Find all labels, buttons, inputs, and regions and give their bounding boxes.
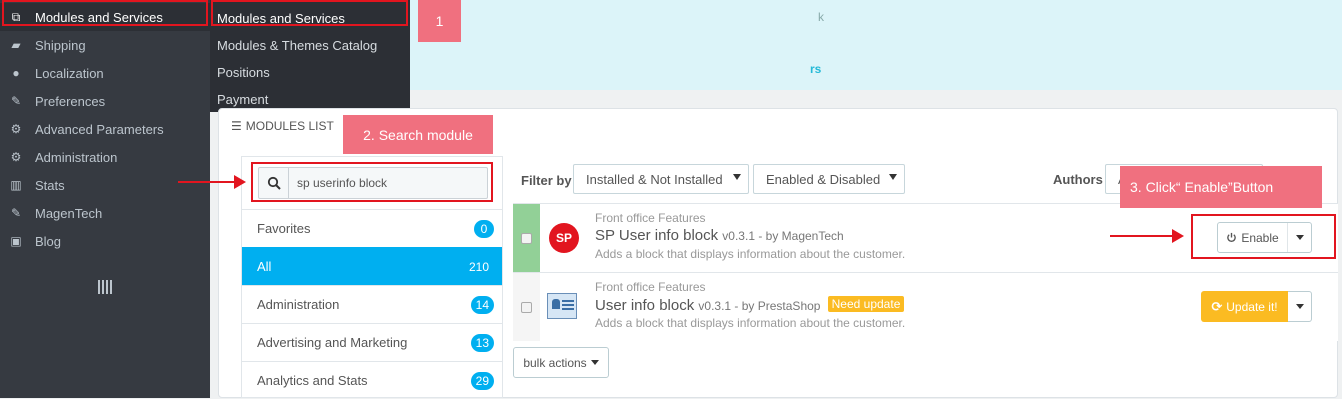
sidebar-item-label: Preferences: [35, 93, 106, 109]
module-version: v0.3.1 - by PrestaShop: [698, 299, 821, 313]
need-update-badge: Need update: [827, 296, 905, 312]
category-all[interactable]: All 210: [242, 247, 502, 285]
sidebar-item-magentech[interactable]: ✎ MagenTech: [0, 199, 210, 227]
sidebar-item-label: Localization: [35, 65, 104, 81]
category-count: 29: [470, 371, 494, 390]
module-category: Front office Features: [595, 211, 706, 225]
bulk-actions-button[interactable]: bulk actions: [513, 347, 609, 378]
sidebar-item-shipping[interactable]: ▰ Shipping: [0, 31, 210, 59]
globe-icon: ●: [12, 66, 20, 80]
annotation-highlight-search: [251, 162, 493, 202]
annotation-step-1: 1: [418, 0, 461, 42]
wrench-icon: ✎: [10, 94, 22, 108]
panel-title: MODULES LIST: [245, 119, 334, 133]
sidebar-item-stats[interactable]: ▥ Stats: [0, 171, 210, 199]
sidebar-item-blog[interactable]: ▣ Blog: [0, 227, 210, 255]
truck-icon: ▰: [11, 38, 21, 52]
sidebar-item-localization[interactable]: ● Localization: [0, 59, 210, 87]
module-name: User info block v0.3.1 - by PrestaShop N…: [595, 296, 905, 314]
module-description: Adds a block that displays information a…: [595, 316, 906, 330]
update-label: Update it!: [1226, 299, 1278, 314]
submenu-item-catalog[interactable]: Modules & Themes Catalog: [217, 38, 377, 53]
banner-text: k: [818, 10, 824, 24]
module-checkbox-cell: [513, 273, 540, 341]
edit-icon: ▣: [10, 234, 22, 248]
category-count: 14: [470, 295, 494, 314]
category-count: 0: [474, 219, 494, 238]
list-icon: ☰: [231, 119, 242, 133]
bar-chart-icon: ▥: [10, 178, 22, 192]
info-banner: k rs: [410, 0, 1342, 90]
userinfo-module-icon: [547, 293, 577, 319]
annotation-highlight-enable: [1191, 214, 1336, 259]
module-description: Adds a block that displays information a…: [595, 247, 906, 261]
category-administration[interactable]: Administration 14: [242, 285, 502, 323]
update-dropdown-toggle[interactable]: [1288, 291, 1312, 322]
sidebar-item-administration[interactable]: ⚙ Administration: [0, 143, 210, 171]
annotation-step-3: 3. Click“ Enable”Button: [1120, 166, 1322, 208]
module-checkbox[interactable]: [521, 232, 532, 244]
module-title: User info block: [595, 297, 695, 314]
sidebar-item-label: Stats: [35, 177, 65, 193]
install-filter-select[interactable]: Installed & Not Installed: [573, 164, 749, 194]
caret-down-icon: [590, 360, 599, 365]
annotation-arrow-icon: [178, 175, 246, 189]
panel-heading: ☰ MODULES LIST: [231, 119, 334, 133]
submenu-item-positions[interactable]: Positions: [217, 65, 270, 80]
sidebar-item-label: Shipping: [35, 37, 86, 53]
banner-link[interactable]: rs: [810, 62, 821, 76]
cogs-icon: ⚙: [10, 122, 22, 136]
category-label: Advertising and Marketing: [257, 335, 408, 350]
wrench-icon: ✎: [10, 206, 22, 220]
annotation-highlight-submenu: [211, 0, 408, 26]
gear-icon: ⚙: [10, 150, 22, 164]
annotation-highlight-sidebar: [2, 0, 208, 26]
filter-label: Filter by: [521, 173, 572, 188]
category-analytics[interactable]: Analytics and Stats 29: [242, 361, 502, 399]
authors-label: Authors: [1053, 172, 1103, 187]
sidebar-item-label: Administration: [35, 149, 118, 165]
install-filter-value: Installed & Not Installed: [586, 171, 723, 187]
caret-down-icon: [889, 174, 897, 180]
update-button[interactable]: ⟳ Update it!: [1201, 291, 1288, 322]
refresh-icon: ⟳: [1211, 298, 1223, 314]
sidebar-item-label: MagenTech: [35, 205, 103, 221]
annotation-arrow-icon: [1110, 229, 1184, 243]
module-category: Front office Features: [595, 280, 706, 294]
sidebar-item-advanced-parameters[interactable]: ⚙ Advanced Parameters: [0, 115, 210, 143]
module-version: v0.3.1 - by MagenTech: [722, 229, 844, 243]
sidebar-item-label: Blog: [35, 233, 62, 249]
bulk-actions-label: bulk actions: [523, 355, 587, 370]
category-count: 210: [468, 259, 489, 274]
caret-down-icon: [1295, 304, 1304, 309]
submenu-item-payment[interactable]: Payment: [217, 92, 268, 107]
category-favorites[interactable]: Favorites 0: [242, 209, 502, 247]
sidebar-item-preferences[interactable]: ✎ Preferences: [0, 87, 210, 115]
module-checkbox[interactable]: [521, 301, 532, 313]
caret-down-icon: [733, 174, 741, 180]
module-name: SP User info block v0.3.1 - by MagenTech: [595, 227, 844, 244]
sidebar-item-label: Advanced Parameters: [35, 121, 164, 137]
enable-filter-select[interactable]: Enabled & Disabled: [753, 164, 905, 194]
enable-filter-value: Enabled & Disabled: [766, 171, 881, 187]
module-checkbox-cell: [513, 204, 540, 272]
update-button-group: ⟳ Update it!: [1201, 291, 1312, 322]
sidebar-collapse-icon[interactable]: [98, 280, 112, 294]
category-count: 13: [470, 333, 494, 352]
sidebar: ⧉ Modules and Services ▰ Shipping ● Loca…: [0, 0, 210, 398]
module-title: SP User info block: [595, 227, 719, 244]
category-label: Administration: [257, 297, 340, 312]
annotation-step-2: 2. Search module: [343, 115, 493, 154]
category-advertising[interactable]: Advertising and Marketing 13: [242, 323, 502, 361]
category-label: Analytics and Stats: [257, 373, 368, 388]
sp-logo: SP: [549, 223, 579, 253]
category-label: Favorites: [257, 221, 311, 236]
category-label: All: [257, 259, 272, 274]
